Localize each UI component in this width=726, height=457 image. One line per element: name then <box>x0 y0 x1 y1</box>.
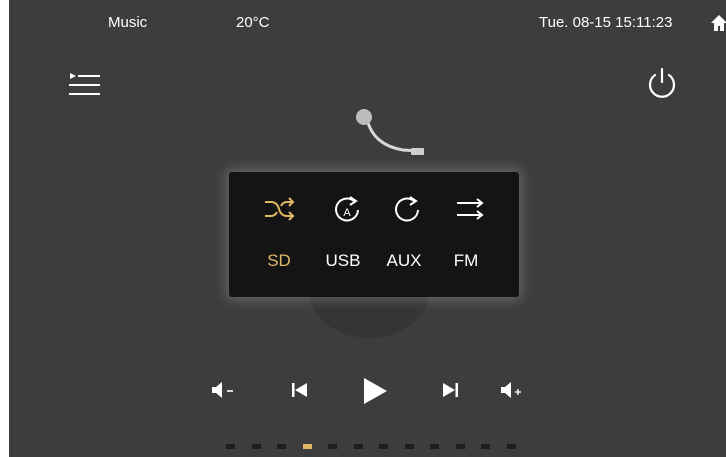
volume-down-icon[interactable] <box>210 380 240 400</box>
temperature-readout: 20°C <box>236 14 270 31</box>
home-icon[interactable] <box>710 14 726 32</box>
page-dot[interactable] <box>226 444 235 449</box>
page-dot[interactable] <box>404 444 414 449</box>
page-dot[interactable] <box>277 444 286 449</box>
sequential-icon[interactable] <box>453 192 487 226</box>
repeat-icon[interactable] <box>390 192 424 226</box>
source-aux-button[interactable]: AUX <box>374 250 434 272</box>
page-dot[interactable] <box>455 444 465 449</box>
repeat-all-icon[interactable]: A <box>330 192 364 226</box>
page-dot[interactable] <box>302 444 312 449</box>
previous-icon[interactable] <box>290 380 310 400</box>
page-indicator <box>226 444 526 450</box>
source-usb-button[interactable]: USB <box>313 250 373 272</box>
svg-text:A: A <box>343 207 351 219</box>
page-dot[interactable] <box>379 444 388 449</box>
page-dot[interactable] <box>481 444 490 449</box>
tonearm-image <box>356 109 424 155</box>
page-dot[interactable] <box>430 444 439 449</box>
music-player-screen: Music 20°C Tue. 08-15 15:11:23 A SD USB … <box>9 0 726 457</box>
playlist-icon[interactable] <box>68 72 102 100</box>
source-sd-button[interactable]: SD <box>249 250 309 272</box>
play-icon[interactable] <box>361 376 389 406</box>
page-dot[interactable] <box>251 444 261 449</box>
page-dot[interactable] <box>328 444 337 449</box>
page-dot[interactable] <box>506 444 516 449</box>
shuffle-icon[interactable] <box>262 192 296 226</box>
app-title: Music <box>108 14 148 31</box>
next-icon[interactable] <box>440 380 460 400</box>
power-icon[interactable] <box>645 66 679 100</box>
page-dot[interactable] <box>353 444 363 449</box>
datetime-readout: Tue. 08-15 15:11:23 <box>539 14 673 31</box>
source-selector-popup: A SD USB AUX FM <box>229 172 519 297</box>
volume-up-icon[interactable] <box>499 380 529 400</box>
source-fm-button[interactable]: FM <box>436 250 496 272</box>
